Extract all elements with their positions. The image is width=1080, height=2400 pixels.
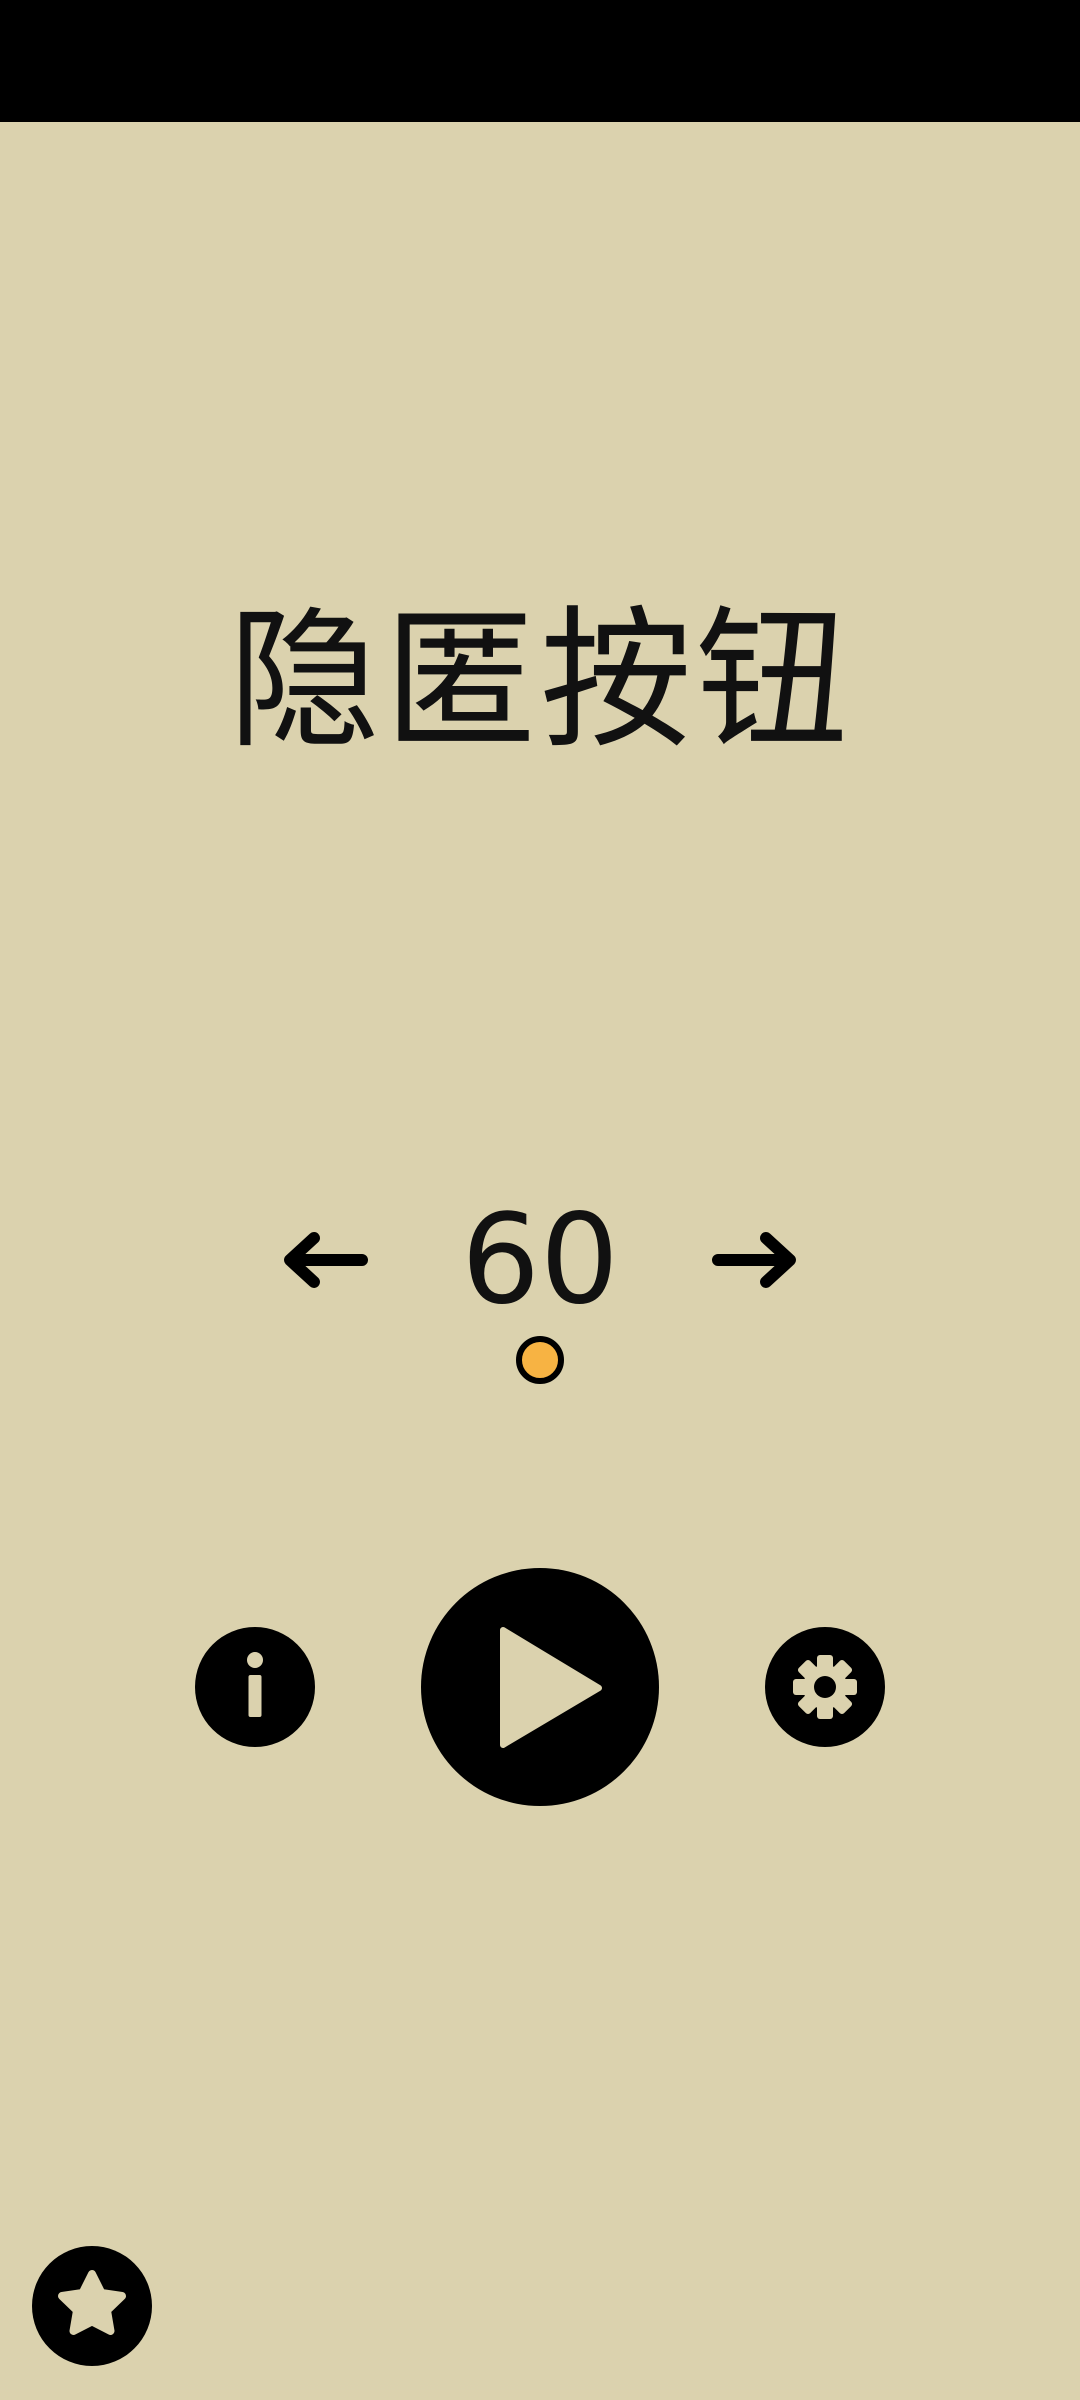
previous-level-button[interactable] <box>270 1220 380 1300</box>
settings-button[interactable] <box>765 1627 885 1747</box>
star-icon <box>58 2270 126 2335</box>
arrow-right-icon <box>712 1232 796 1288</box>
play-button[interactable] <box>421 1568 659 1806</box>
level-number: 60 <box>461 1188 619 1332</box>
info-icon <box>247 1652 263 1717</box>
game-title: 隐匿按钮 <box>228 592 852 769</box>
info-button[interactable] <box>195 1627 315 1747</box>
arrow-left-icon <box>284 1232 368 1288</box>
gear-icon <box>793 1655 857 1719</box>
favorites-button[interactable] <box>32 2246 152 2366</box>
next-level-button[interactable] <box>700 1220 810 1300</box>
level-indicator-dot <box>516 1336 564 1384</box>
level-selector: 60 <box>0 1180 1080 1340</box>
status-bar <box>0 0 1080 122</box>
play-icon <box>500 1627 602 1748</box>
